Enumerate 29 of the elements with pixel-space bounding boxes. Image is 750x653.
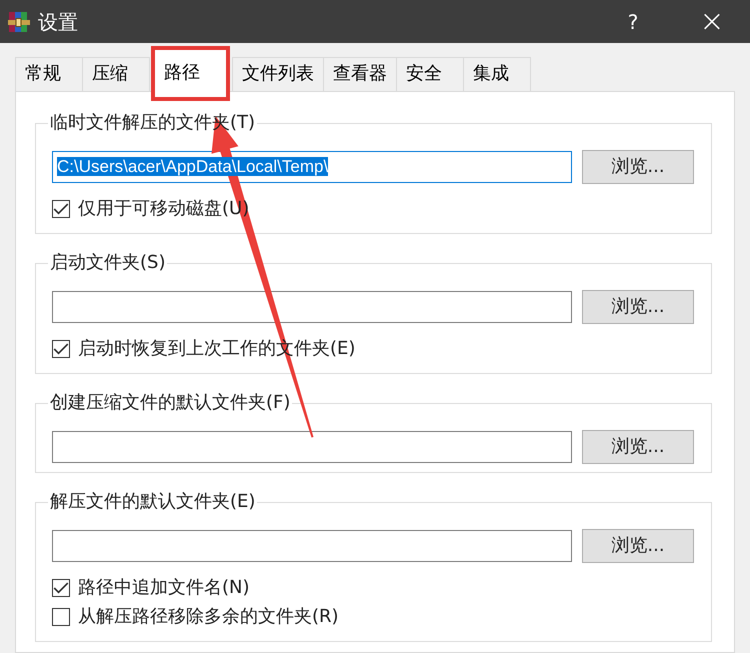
checkmark-icon	[53, 341, 69, 357]
tab[interactable]: 压缩	[82, 57, 150, 91]
checkbox-label: 从解压路径移除多余的文件夹(R)	[78, 606, 339, 628]
browse-button[interactable]: 浏览...	[582, 290, 694, 324]
path-field[interactable]: C:\Users\acer\AppData\Local\Temp\	[52, 151, 572, 183]
path-field[interactable]	[52, 291, 572, 323]
checkbox[interactable]	[52, 579, 70, 597]
browse-button[interactable]: 浏览...	[582, 529, 694, 563]
browse-button[interactable]: 浏览...	[582, 430, 694, 464]
tab[interactable]: 文件列表	[232, 57, 324, 91]
checkbox[interactable]	[52, 200, 70, 218]
window-title: 设置	[38, 12, 78, 32]
checkbox[interactable]	[52, 608, 70, 626]
browse-button[interactable]: 浏览...	[582, 150, 694, 184]
path-field[interactable]	[52, 530, 572, 562]
help-button[interactable]: ?	[610, 12, 656, 32]
group-title: 创建压缩文件的默认文件夹(F)	[49, 392, 292, 414]
close-button[interactable]: ×	[689, 6, 735, 36]
group-title: 启动文件夹(S)	[49, 252, 166, 274]
tab[interactable]: 路径	[151, 46, 230, 101]
checkbox[interactable]	[52, 340, 70, 358]
books-icon	[7, 10, 31, 34]
checkmark-icon	[53, 201, 69, 217]
checkbox-label: 路径中追加文件名(N)	[78, 577, 250, 599]
tab[interactable]: 常规	[15, 57, 83, 91]
checkmark-icon	[53, 580, 69, 596]
group-title: 解压文件的默认文件夹(E)	[49, 491, 256, 513]
path-field[interactable]	[52, 431, 572, 463]
tab[interactable]: 集成	[463, 57, 531, 91]
